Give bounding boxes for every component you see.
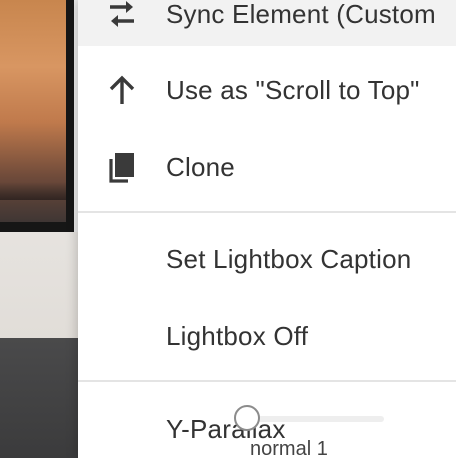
sync-arrows-icon <box>102 0 142 34</box>
screen: Sync Element (Custom Use as "Scroll to T… <box>0 0 456 458</box>
slider-thumb[interactable] <box>234 405 260 431</box>
menu-item-label: Sync Element (Custom <box>166 0 436 29</box>
artwork-image <box>0 0 66 222</box>
menu-item-label: Set Lightbox Caption <box>166 243 412 274</box>
y-parallax-value: normal 1 <box>250 438 328 458</box>
menu-item-label: Use as "Scroll to Top" <box>166 74 420 105</box>
menu-item-sync-element[interactable]: Sync Element (Custom <box>78 0 456 46</box>
menu-item-label: Clone <box>166 151 235 182</box>
menu-item-scroll-to-top[interactable]: Use as "Scroll to Top" <box>78 58 456 122</box>
framed-artwork <box>0 0 74 232</box>
clone-icon <box>102 147 142 187</box>
y-parallax-slider[interactable] <box>234 402 384 436</box>
menu-item-label: Lightbox Off <box>166 320 309 351</box>
menu-item-lightbox-off[interactable]: Lightbox Off <box>78 304 456 368</box>
menu-item-clone[interactable]: Clone <box>78 135 456 199</box>
slider-track[interactable] <box>244 416 384 422</box>
menu-item-set-lightbox-caption[interactable]: Set Lightbox Caption <box>78 227 456 291</box>
arrow-up-icon <box>102 70 142 110</box>
artwork-horizon <box>0 182 66 200</box>
menu-divider <box>78 380 456 382</box>
context-menu: Sync Element (Custom Use as "Scroll to T… <box>78 0 456 458</box>
menu-divider <box>78 211 456 213</box>
